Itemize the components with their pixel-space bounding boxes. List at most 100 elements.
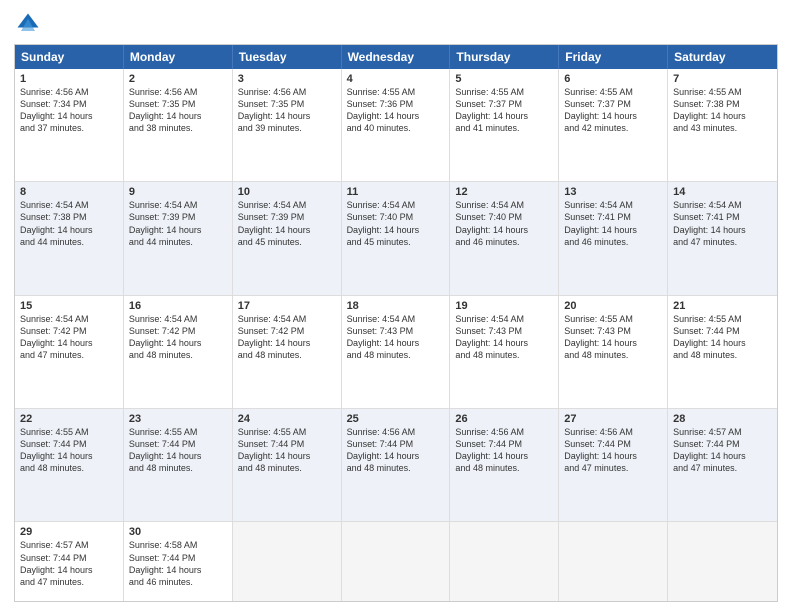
day-number: 14	[673, 186, 772, 198]
header-cell-wednesday: Wednesday	[342, 45, 451, 69]
day-number: 6	[564, 73, 662, 85]
calendar-cell-1-4: 12Sunrise: 4:54 AMSunset: 7:40 PMDayligh…	[450, 182, 559, 294]
cell-info: Sunrise: 4:54 AMSunset: 7:40 PMDaylight:…	[455, 199, 553, 248]
calendar-cell-1-5: 13Sunrise: 4:54 AMSunset: 7:41 PMDayligh…	[559, 182, 668, 294]
calendar: SundayMondayTuesdayWednesdayThursdayFrid…	[14, 44, 778, 602]
day-number: 19	[455, 300, 553, 312]
calendar-cell-4-4	[450, 522, 559, 601]
header-cell-friday: Friday	[559, 45, 668, 69]
cell-info: Sunrise: 4:57 AMSunset: 7:44 PMDaylight:…	[20, 539, 118, 588]
header-cell-sunday: Sunday	[15, 45, 124, 69]
cell-info: Sunrise: 4:54 AMSunset: 7:42 PMDaylight:…	[129, 313, 227, 362]
calendar-cell-2-2: 17Sunrise: 4:54 AMSunset: 7:42 PMDayligh…	[233, 296, 342, 408]
calendar-cell-2-5: 20Sunrise: 4:55 AMSunset: 7:43 PMDayligh…	[559, 296, 668, 408]
calendar-cell-0-1: 2Sunrise: 4:56 AMSunset: 7:35 PMDaylight…	[124, 69, 233, 181]
cell-info: Sunrise: 4:56 AMSunset: 7:35 PMDaylight:…	[238, 86, 336, 135]
day-number: 18	[347, 300, 445, 312]
cell-info: Sunrise: 4:56 AMSunset: 7:44 PMDaylight:…	[455, 426, 553, 475]
day-number: 17	[238, 300, 336, 312]
calendar-cell-4-5	[559, 522, 668, 601]
calendar-cell-1-6: 14Sunrise: 4:54 AMSunset: 7:41 PMDayligh…	[668, 182, 777, 294]
calendar-cell-3-0: 22Sunrise: 4:55 AMSunset: 7:44 PMDayligh…	[15, 409, 124, 521]
day-number: 4	[347, 73, 445, 85]
calendar-cell-1-3: 11Sunrise: 4:54 AMSunset: 7:40 PMDayligh…	[342, 182, 451, 294]
day-number: 5	[455, 73, 553, 85]
header-cell-monday: Monday	[124, 45, 233, 69]
day-number: 21	[673, 300, 772, 312]
cell-info: Sunrise: 4:55 AMSunset: 7:44 PMDaylight:…	[129, 426, 227, 475]
day-number: 29	[20, 526, 118, 538]
cell-info: Sunrise: 4:54 AMSunset: 7:38 PMDaylight:…	[20, 199, 118, 248]
calendar-cell-0-2: 3Sunrise: 4:56 AMSunset: 7:35 PMDaylight…	[233, 69, 342, 181]
header-cell-saturday: Saturday	[668, 45, 777, 69]
day-number: 15	[20, 300, 118, 312]
cell-info: Sunrise: 4:56 AMSunset: 7:44 PMDaylight:…	[347, 426, 445, 475]
calendar-cell-0-6: 7Sunrise: 4:55 AMSunset: 7:38 PMDaylight…	[668, 69, 777, 181]
calendar-cell-3-1: 23Sunrise: 4:55 AMSunset: 7:44 PMDayligh…	[124, 409, 233, 521]
cell-info: Sunrise: 4:55 AMSunset: 7:44 PMDaylight:…	[673, 313, 772, 362]
day-number: 27	[564, 413, 662, 425]
calendar-cell-2-0: 15Sunrise: 4:54 AMSunset: 7:42 PMDayligh…	[15, 296, 124, 408]
calendar-row-4: 29Sunrise: 4:57 AMSunset: 7:44 PMDayligh…	[15, 522, 777, 601]
day-number: 25	[347, 413, 445, 425]
logo-icon	[14, 10, 42, 38]
cell-info: Sunrise: 4:54 AMSunset: 7:43 PMDaylight:…	[347, 313, 445, 362]
cell-info: Sunrise: 4:54 AMSunset: 7:41 PMDaylight:…	[564, 199, 662, 248]
calendar-row-3: 22Sunrise: 4:55 AMSunset: 7:44 PMDayligh…	[15, 409, 777, 522]
cell-info: Sunrise: 4:54 AMSunset: 7:39 PMDaylight:…	[238, 199, 336, 248]
day-number: 2	[129, 73, 227, 85]
cell-info: Sunrise: 4:54 AMSunset: 7:39 PMDaylight:…	[129, 199, 227, 248]
calendar-row-1: 8Sunrise: 4:54 AMSunset: 7:38 PMDaylight…	[15, 182, 777, 295]
cell-info: Sunrise: 4:58 AMSunset: 7:44 PMDaylight:…	[129, 539, 227, 588]
calendar-cell-1-1: 9Sunrise: 4:54 AMSunset: 7:39 PMDaylight…	[124, 182, 233, 294]
day-number: 12	[455, 186, 553, 198]
cell-info: Sunrise: 4:55 AMSunset: 7:37 PMDaylight:…	[564, 86, 662, 135]
cell-info: Sunrise: 4:55 AMSunset: 7:43 PMDaylight:…	[564, 313, 662, 362]
calendar-cell-3-5: 27Sunrise: 4:56 AMSunset: 7:44 PMDayligh…	[559, 409, 668, 521]
calendar-cell-3-4: 26Sunrise: 4:56 AMSunset: 7:44 PMDayligh…	[450, 409, 559, 521]
day-number: 28	[673, 413, 772, 425]
cell-info: Sunrise: 4:54 AMSunset: 7:40 PMDaylight:…	[347, 199, 445, 248]
calendar-header: SundayMondayTuesdayWednesdayThursdayFrid…	[15, 45, 777, 69]
calendar-cell-3-3: 25Sunrise: 4:56 AMSunset: 7:44 PMDayligh…	[342, 409, 451, 521]
calendar-cell-1-0: 8Sunrise: 4:54 AMSunset: 7:38 PMDaylight…	[15, 182, 124, 294]
day-number: 24	[238, 413, 336, 425]
calendar-cell-2-3: 18Sunrise: 4:54 AMSunset: 7:43 PMDayligh…	[342, 296, 451, 408]
calendar-row-0: 1Sunrise: 4:56 AMSunset: 7:34 PMDaylight…	[15, 69, 777, 182]
day-number: 1	[20, 73, 118, 85]
calendar-cell-4-0: 29Sunrise: 4:57 AMSunset: 7:44 PMDayligh…	[15, 522, 124, 601]
calendar-cell-2-4: 19Sunrise: 4:54 AMSunset: 7:43 PMDayligh…	[450, 296, 559, 408]
cell-info: Sunrise: 4:55 AMSunset: 7:37 PMDaylight:…	[455, 86, 553, 135]
calendar-cell-3-2: 24Sunrise: 4:55 AMSunset: 7:44 PMDayligh…	[233, 409, 342, 521]
cell-info: Sunrise: 4:55 AMSunset: 7:44 PMDaylight:…	[238, 426, 336, 475]
header-cell-thursday: Thursday	[450, 45, 559, 69]
day-number: 9	[129, 186, 227, 198]
cell-info: Sunrise: 4:56 AMSunset: 7:35 PMDaylight:…	[129, 86, 227, 135]
cell-info: Sunrise: 4:56 AMSunset: 7:34 PMDaylight:…	[20, 86, 118, 135]
calendar-cell-2-1: 16Sunrise: 4:54 AMSunset: 7:42 PMDayligh…	[124, 296, 233, 408]
header-cell-tuesday: Tuesday	[233, 45, 342, 69]
calendar-cell-2-6: 21Sunrise: 4:55 AMSunset: 7:44 PMDayligh…	[668, 296, 777, 408]
calendar-cell-4-1: 30Sunrise: 4:58 AMSunset: 7:44 PMDayligh…	[124, 522, 233, 601]
day-number: 22	[20, 413, 118, 425]
calendar-cell-4-6	[668, 522, 777, 601]
cell-info: Sunrise: 4:54 AMSunset: 7:41 PMDaylight:…	[673, 199, 772, 248]
calendar-cell-4-3	[342, 522, 451, 601]
day-number: 10	[238, 186, 336, 198]
day-number: 20	[564, 300, 662, 312]
day-number: 16	[129, 300, 227, 312]
calendar-cell-1-2: 10Sunrise: 4:54 AMSunset: 7:39 PMDayligh…	[233, 182, 342, 294]
cell-info: Sunrise: 4:57 AMSunset: 7:44 PMDaylight:…	[673, 426, 772, 475]
day-number: 7	[673, 73, 772, 85]
day-number: 26	[455, 413, 553, 425]
cell-info: Sunrise: 4:55 AMSunset: 7:36 PMDaylight:…	[347, 86, 445, 135]
page: SundayMondayTuesdayWednesdayThursdayFrid…	[0, 0, 792, 612]
cell-info: Sunrise: 4:55 AMSunset: 7:44 PMDaylight:…	[20, 426, 118, 475]
logo	[14, 10, 46, 38]
day-number: 30	[129, 526, 227, 538]
header	[14, 10, 778, 38]
day-number: 3	[238, 73, 336, 85]
cell-info: Sunrise: 4:54 AMSunset: 7:43 PMDaylight:…	[455, 313, 553, 362]
cell-info: Sunrise: 4:54 AMSunset: 7:42 PMDaylight:…	[20, 313, 118, 362]
calendar-cell-0-3: 4Sunrise: 4:55 AMSunset: 7:36 PMDaylight…	[342, 69, 451, 181]
